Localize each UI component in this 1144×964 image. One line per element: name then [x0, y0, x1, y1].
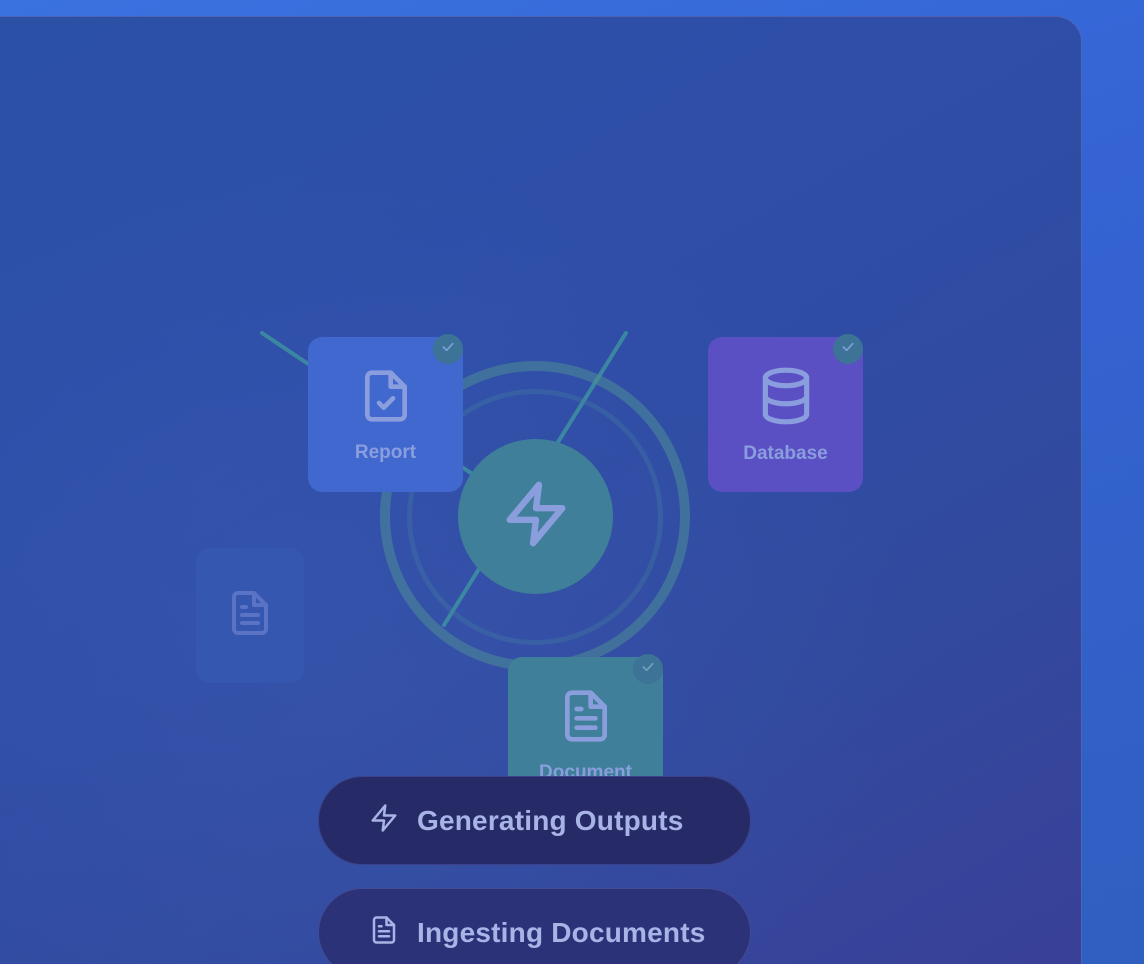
status-step-label: Ingesting Documents [417, 916, 706, 948]
node-label-database: Database [743, 443, 828, 464]
completed-check-badge [633, 654, 663, 684]
node-card-database[interactable]: Database [708, 334, 863, 492]
status-step-ingesting-documents[interactable]: Ingesting Documents [318, 888, 751, 964]
processing-panel: Report Database Document Generating Outp… [0, 16, 1082, 964]
processing-hub [458, 439, 613, 594]
node-label-report: Report [354, 442, 417, 463]
status-step-generating-outputs[interactable]: Generating Outputs [318, 776, 751, 865]
completed-check-badge [433, 334, 463, 364]
node-card-pending[interactable] [196, 548, 304, 683]
status-step-label: Generating Outputs [417, 804, 684, 836]
lightning-bolt-icon [501, 477, 571, 556]
file-check-icon [358, 365, 414, 432]
file-text-icon [369, 914, 399, 951]
pipeline-scene: Report Database Document Generating Outp… [0, 17, 1081, 964]
file-text-icon [558, 685, 614, 752]
lightning-bolt-icon [369, 802, 399, 839]
check-icon [640, 659, 656, 680]
check-icon [440, 339, 456, 360]
completed-check-badge [833, 334, 863, 364]
database-icon [755, 364, 817, 433]
file-text-icon [226, 586, 274, 645]
check-icon [840, 339, 856, 360]
node-card-report[interactable]: Report [308, 334, 463, 492]
